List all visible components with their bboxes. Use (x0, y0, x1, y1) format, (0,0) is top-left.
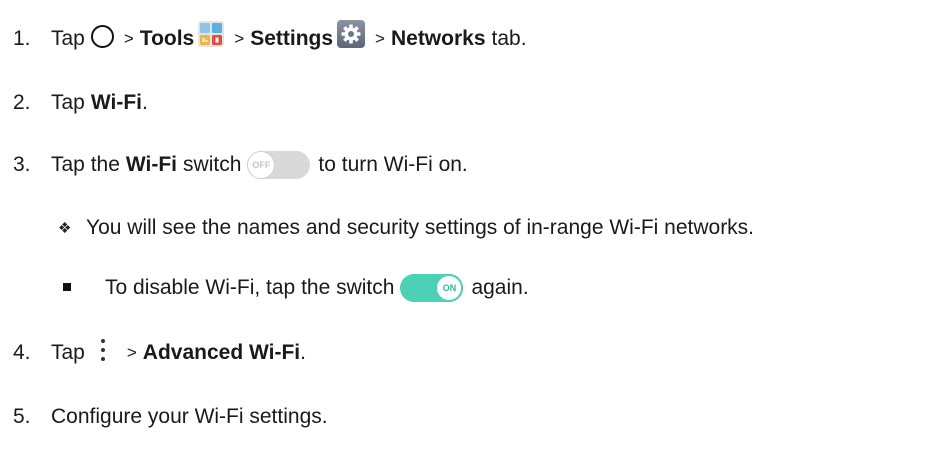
settings-gear-icon (337, 20, 366, 48)
step-4: 4. Tap > Advanced Wi-Fi . (13, 336, 306, 370)
note-text: You will see the names and security sett… (86, 216, 755, 239)
diamond-bullet-icon: ❖ (58, 220, 72, 237)
step-2: 2. Tap Wi-Fi . (13, 86, 148, 120)
separator: > (234, 29, 245, 48)
settings-label: Settings (250, 27, 334, 50)
step-number: 5. (13, 405, 31, 428)
separator: > (375, 29, 385, 48)
step-text: . (300, 341, 306, 364)
step-5: 5. Configure your Wi-Fi settings. (13, 400, 328, 434)
step-number: 2. (13, 91, 31, 114)
step-text: Configure your Wi-Fi settings. (51, 405, 328, 428)
separator: > (123, 29, 134, 48)
step-text: switch (183, 153, 242, 176)
note: ❖ You will see the names and security se… (58, 211, 754, 245)
wifi-label: Wi-Fi (125, 153, 178, 176)
sub-bullet-text: again. (471, 276, 529, 299)
step-text: to turn Wi-Fi on. (318, 153, 468, 176)
advanced-wifi-label: Advanced Wi-Fi (142, 341, 301, 364)
step-number: 3. (13, 153, 31, 176)
step-3: 3. Tap the Wi-Fi switch OFF to turn Wi-F… (13, 148, 468, 182)
step-number: 4. (13, 341, 31, 364)
step-text: tab. (491, 27, 527, 50)
tools-folder-icon (198, 21, 225, 47)
tools-label: Tools (139, 27, 195, 50)
step-text: . (142, 91, 148, 114)
networks-label: Networks (390, 27, 486, 50)
step-text: Tap (51, 27, 85, 50)
sub-bullet: To disable Wi-Fi, tap the switch ON agai… (63, 271, 529, 305)
more-options-icon (91, 335, 115, 365)
home-circle-icon (90, 24, 114, 48)
sub-bullet-text: To disable Wi-Fi, tap the switch (105, 276, 395, 299)
step-text: Tap (51, 341, 85, 364)
switch-off-label: OFF (247, 151, 276, 179)
step-text: Tap the (51, 153, 120, 176)
wifi-switch-off-icon: OFF (247, 151, 311, 179)
square-bullet-icon (63, 283, 71, 291)
step-number: 1. (13, 27, 31, 50)
wifi-label: Wi-Fi (90, 91, 142, 114)
separator: > (126, 343, 137, 362)
wifi-switch-on-icon: ON (400, 274, 464, 302)
step-1: 1. Tap > Tools > Settings > Networks tab… (13, 20, 527, 56)
switch-on-label: ON (435, 274, 464, 302)
step-text: Tap (51, 91, 85, 114)
